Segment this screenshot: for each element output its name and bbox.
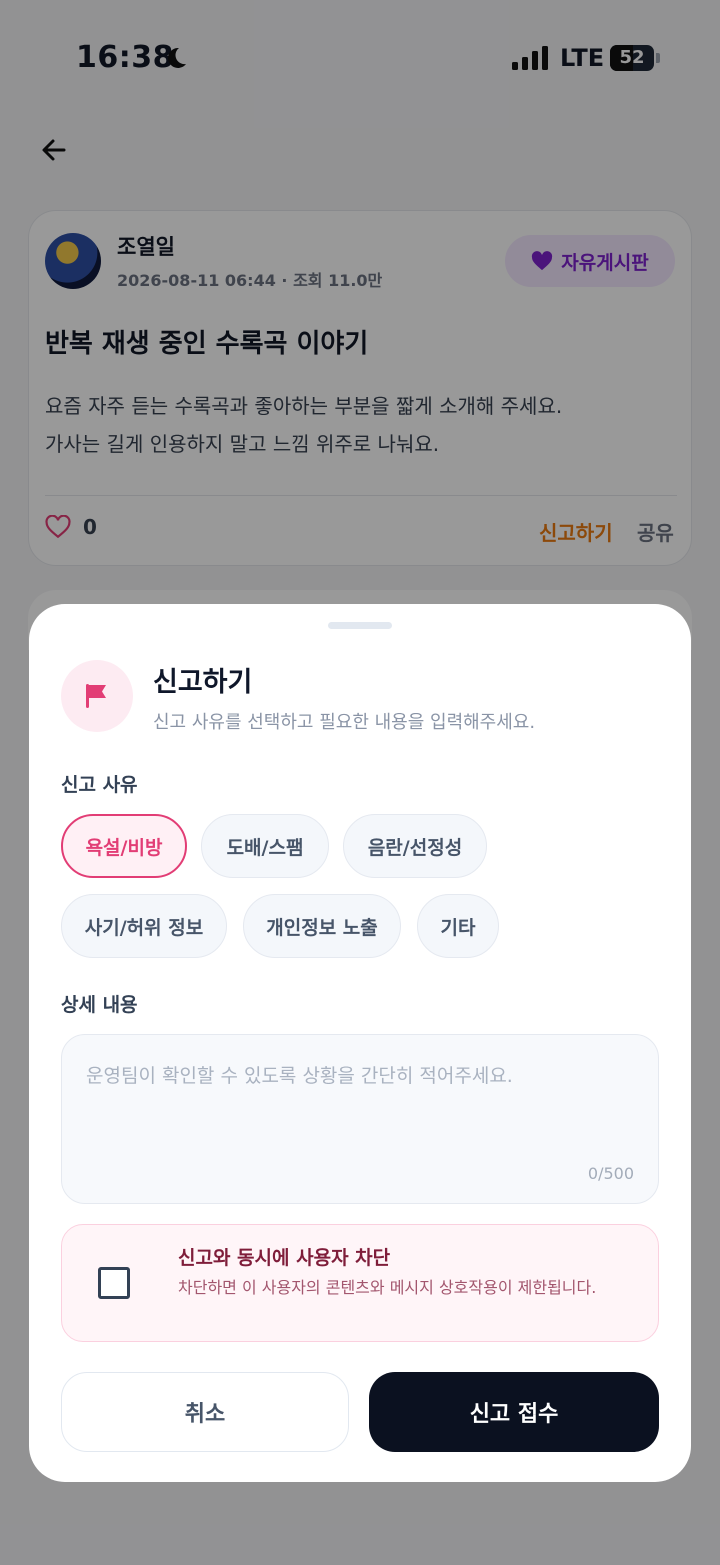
reason-section-label: 신고 사유 [61,774,138,796]
detail-textarea[interactable]: 운영팀이 확인할 수 있도록 상황을 간단히 적어주세요. 0/500 [61,1034,659,1204]
flag-icon [86,684,106,708]
reason-chip-privacy[interactable]: 개인정보 노출 [243,894,401,958]
cancel-button[interactable]: 취소 [61,1372,349,1452]
flag-icon-badge [61,660,133,732]
reason-chip-obscene[interactable]: 음란/선정성 [343,814,487,878]
block-user-title: 신고와 동시에 사용자 차단 [178,1247,391,1269]
reason-chip-other[interactable]: 기타 [417,894,499,958]
block-user-description: 차단하면 이 사용자의 콘텐츠와 메시지 상호작용이 제한됩니다. [178,1278,597,1297]
submit-report-button[interactable]: 신고 접수 [369,1372,659,1452]
report-sheet: 신고하기 신고 사유를 선택하고 필요한 내용을 입력해주세요. 신고 사유 욕… [29,604,691,1482]
char-counter: 0/500 [587,1164,634,1183]
block-user-checkbox[interactable] [98,1267,130,1299]
sheet-subtitle: 신고 사유를 선택하고 필요한 내용을 입력해주세요. [153,712,536,733]
reason-chip-spam[interactable]: 도배/스팸 [201,814,329,878]
sheet-drag-handle[interactable] [328,622,392,629]
sheet-title: 신고하기 [153,667,253,698]
detail-section-label: 상세 내용 [61,994,138,1016]
detail-placeholder: 운영팀이 확인할 수 있도록 상황을 간단히 적어주세요. [86,1065,513,1087]
block-user-option[interactable]: 신고와 동시에 사용자 차단 차단하면 이 사용자의 콘텐츠와 메시지 상호작용… [61,1224,659,1342]
reason-chip-fraud[interactable]: 사기/허위 정보 [61,894,227,958]
reason-chip-abuse[interactable]: 욕설/비방 [61,814,187,878]
